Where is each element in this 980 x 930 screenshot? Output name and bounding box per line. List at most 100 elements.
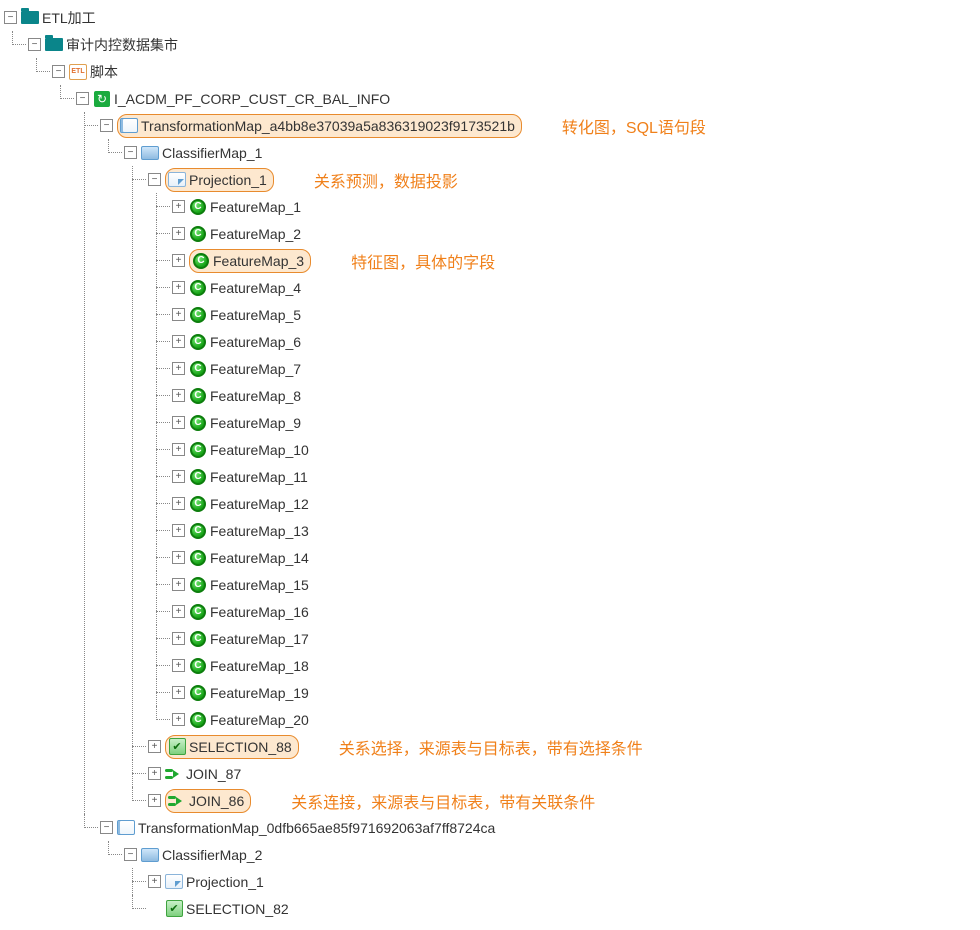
node-featuremap[interactable]: CFeatureMap_9	[172, 409, 980, 436]
node-join-86[interactable]: JOIN_86 关系连接，来源表与目标表，带有关联条件	[148, 787, 980, 814]
node-featuremap[interactable]: CFeatureMap_13	[172, 517, 980, 544]
node-label: FeatureMap_18	[210, 658, 309, 674]
featuremap-icon: C	[192, 253, 210, 269]
node-label: FeatureMap_8	[210, 388, 301, 404]
toggle-icon[interactable]	[76, 92, 89, 105]
classifiermap-icon	[141, 145, 159, 161]
annotation-text: 关系连接，来源表与目标表，带有关联条件	[291, 789, 595, 813]
node-featuremap[interactable]: CFeatureMap_11	[172, 463, 980, 490]
toggle-icon[interactable]	[172, 578, 185, 591]
toggle-icon[interactable]	[4, 11, 17, 24]
toggle-icon[interactable]	[172, 389, 185, 402]
node-audit-mart[interactable]: 审计内控数据集市	[28, 31, 980, 58]
toggle-icon[interactable]	[172, 497, 185, 510]
node-label: FeatureMap_12	[210, 496, 309, 512]
toggle-icon[interactable]	[172, 227, 185, 240]
node-join-87[interactable]: JOIN_87	[148, 760, 980, 787]
join-icon	[168, 793, 186, 809]
node-label: FeatureMap_1	[210, 199, 301, 215]
node-label: FeatureMap_16	[210, 604, 309, 620]
node-featuremap[interactable]: CFeatureMap_18	[172, 652, 980, 679]
highlight-box: TransformationMap_a4bb8e37039a5a83631902…	[117, 114, 522, 138]
node-label: FeatureMap_4	[210, 280, 301, 296]
toggle-icon[interactable]	[124, 848, 137, 861]
toggle-icon[interactable]	[172, 470, 185, 483]
node-label: TransformationMap_0dfb665ae85f971692063a…	[138, 820, 495, 836]
node-featuremap[interactable]: CFeatureMap_5	[172, 301, 980, 328]
toggle-icon[interactable]	[148, 767, 161, 780]
toggle-icon[interactable]	[172, 713, 185, 726]
node-label: FeatureMap_7	[210, 361, 301, 377]
toggle-icon[interactable]	[172, 443, 185, 456]
node-label: I_ACDM_PF_CORP_CUST_CR_BAL_INFO	[114, 91, 390, 107]
featuremap-icon: C	[189, 388, 207, 404]
toggle-icon[interactable]	[148, 173, 161, 186]
node-transformationmap-2[interactable]: TransformationMap_0dfb665ae85f971692063a…	[100, 814, 980, 841]
node-selection-82[interactable]: ✔ SELECTION_82	[148, 895, 980, 922]
node-label: FeatureMap_17	[210, 631, 309, 647]
node-featuremap[interactable]: CFeatureMap_2	[172, 220, 980, 247]
toggle-icon[interactable]	[172, 200, 185, 213]
node-selection-88[interactable]: ✔ SELECTION_88 关系选择，来源表与目标表，带有选择条件	[148, 733, 980, 760]
node-featuremap[interactable]: CFeatureMap_4	[172, 274, 980, 301]
node-featuremap[interactable]: CFeatureMap_15	[172, 571, 980, 598]
toggle-icon[interactable]	[100, 821, 113, 834]
featuremap-icon: C	[189, 361, 207, 377]
node-featuremap[interactable]: CFeatureMap_7	[172, 355, 980, 382]
node-projection-1[interactable]: Projection_1 关系预测，数据投影	[148, 166, 980, 193]
node-projection-2[interactable]: Projection_1	[148, 868, 980, 895]
node-featuremap[interactable]: CFeatureMap_16	[172, 598, 980, 625]
node-featuremap[interactable]: CFeatureMap_12	[172, 490, 980, 517]
node-classifiermap-2[interactable]: ClassifierMap_2	[124, 841, 980, 868]
node-featuremap[interactable]: CFeatureMap_19	[172, 679, 980, 706]
node-label: SELECTION_82	[186, 901, 289, 917]
node-featuremap[interactable]: CFeatureMap_1	[172, 193, 980, 220]
node-etl-root[interactable]: ETL加工	[4, 4, 980, 31]
featuremap-icon: C	[189, 496, 207, 512]
node-featuremap[interactable]: CFeatureMap_17	[172, 625, 980, 652]
node-label: FeatureMap_6	[210, 334, 301, 350]
node-transformationmap-1[interactable]: TransformationMap_a4bb8e37039a5a83631902…	[100, 112, 980, 139]
node-featuremap[interactable]: CFeatureMap_6	[172, 328, 980, 355]
node-label: FeatureMap_20	[210, 712, 309, 728]
node-label: FeatureMap_13	[210, 523, 309, 539]
toggle-icon[interactable]	[172, 416, 185, 429]
node-featuremap[interactable]: CFeatureMap_14	[172, 544, 980, 571]
etl-icon: ETL	[69, 64, 87, 80]
node-featuremap[interactable]: CFeatureMap_8	[172, 382, 980, 409]
toggle-icon[interactable]	[172, 335, 185, 348]
node-featuremap[interactable]: CFeatureMap_3特征图，具体的字段	[172, 247, 980, 274]
node-featuremap[interactable]: CFeatureMap_10	[172, 436, 980, 463]
toggle-icon[interactable]	[100, 119, 113, 132]
toggle-icon[interactable]	[172, 659, 185, 672]
node-script[interactable]: ETL 脚本	[52, 58, 980, 85]
toggle-icon[interactable]	[172, 524, 185, 537]
transformationmap-icon	[120, 118, 138, 134]
toggle-icon[interactable]	[172, 551, 185, 564]
toggle-icon[interactable]	[172, 281, 185, 294]
node-label: FeatureMap_9	[210, 415, 301, 431]
toggle-icon[interactable]	[172, 686, 185, 699]
annotation-text: 关系选择，来源表与目标表，带有选择条件	[339, 735, 643, 759]
toggle-icon[interactable]	[148, 875, 161, 888]
node-label: FeatureMap_3	[213, 253, 304, 269]
toggle-icon[interactable]	[172, 605, 185, 618]
toggle-icon[interactable]	[172, 362, 185, 375]
node-classifiermap-1[interactable]: ClassifierMap_1	[124, 139, 980, 166]
node-featuremap[interactable]: CFeatureMap_20	[172, 706, 980, 733]
toggle-icon[interactable]	[124, 146, 137, 159]
node-job[interactable]: ↻ I_ACDM_PF_CORP_CUST_CR_BAL_INFO	[76, 85, 980, 112]
node-label: JOIN_87	[186, 766, 241, 782]
toggle-icon[interactable]	[28, 38, 41, 51]
toggle-icon[interactable]	[172, 632, 185, 645]
selection-icon: ✔	[165, 901, 183, 917]
node-label: FeatureMap_15	[210, 577, 309, 593]
toggle-icon[interactable]	[172, 308, 185, 321]
toggle-icon[interactable]	[172, 254, 185, 267]
folder-icon	[45, 37, 63, 53]
toggle-icon[interactable]	[148, 794, 161, 807]
toggle-icon[interactable]	[148, 740, 161, 753]
annotation-text: 关系预测，数据投影	[314, 168, 458, 192]
toggle-icon[interactable]	[52, 65, 65, 78]
featuremap-icon: C	[189, 523, 207, 539]
